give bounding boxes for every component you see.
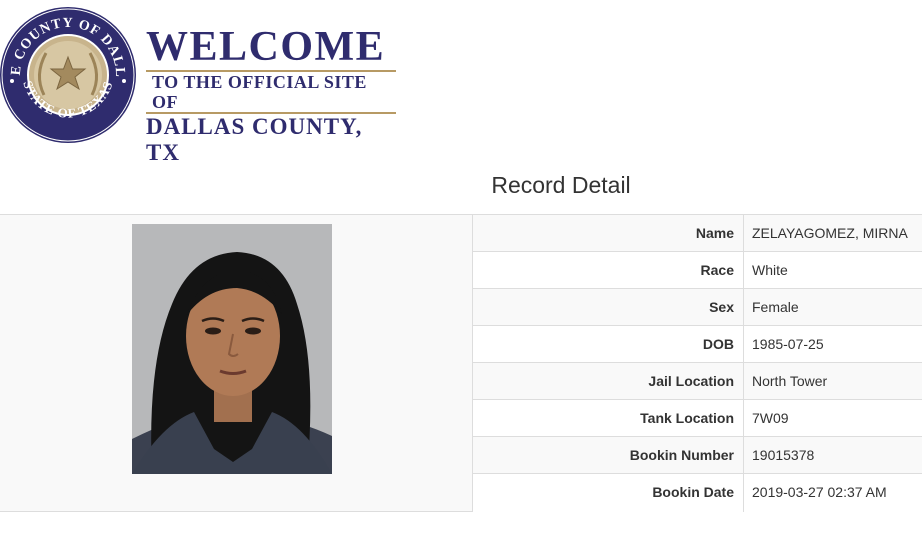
photo-cell — [0, 215, 473, 511]
field-value-bookin-date: 2019-03-27 02:37 AM — [752, 484, 887, 500]
field-label-dob: DOB — [473, 326, 744, 362]
field-row-name: Name ZELAYAGOMEZ, MIRNA — [473, 215, 922, 252]
page-title: Record Detail — [491, 172, 631, 198]
dallas-county-seal-icon[interactable]: THE COUNTY OF DALLAS STATE OF TEXAS — [0, 5, 138, 145]
field-label-bookin-date: Bookin Date — [473, 474, 744, 512]
welcome-subtitle: TO THE OFFICIAL SITE OF — [146, 70, 396, 114]
field-label-bookin-number: Bookin Number — [473, 437, 744, 473]
record-fields: Name ZELAYAGOMEZ, MIRNA Race White Sex F… — [473, 215, 922, 512]
field-value-sex: Female — [752, 299, 799, 315]
field-value-race: White — [752, 262, 788, 278]
welcome-banner[interactable]: WELCOME TO THE OFFICIAL SITE OF DALLAS C… — [146, 26, 396, 166]
field-row-bookin-number: Bookin Number 19015378 — [473, 437, 922, 474]
welcome-title: WELCOME — [146, 24, 386, 70]
record-detail-table: Name ZELAYAGOMEZ, MIRNA Race White Sex F… — [0, 214, 922, 512]
field-label-jail-location: Jail Location — [473, 363, 744, 399]
field-value-dob: 1985-07-25 — [752, 336, 824, 352]
field-row-tank-location: Tank Location 7W09 — [473, 400, 922, 437]
field-row-race: Race White — [473, 252, 922, 289]
field-row-bookin-date: Bookin Date 2019-03-27 02:37 AM — [473, 474, 922, 512]
mugshot-image — [132, 224, 332, 474]
field-value-jail-location: North Tower — [752, 373, 828, 389]
field-label-name: Name — [473, 215, 744, 251]
field-value-bookin-number: 19015378 — [752, 447, 815, 463]
site-header: THE COUNTY OF DALLAS STATE OF TEXAS WELC… — [0, 0, 922, 165]
field-value-tank-location: 7W09 — [752, 410, 789, 426]
field-row-jail-location: Jail Location North Tower — [473, 363, 922, 400]
field-row-sex: Sex Female — [473, 289, 922, 326]
field-label-race: Race — [473, 252, 744, 288]
field-label-tank-location: Tank Location — [473, 400, 744, 436]
welcome-county: DALLAS COUNTY, TX — [146, 114, 363, 165]
field-label-sex: Sex — [473, 289, 744, 325]
field-row-dob: DOB 1985-07-25 — [473, 326, 922, 363]
field-value-name: ZELAYAGOMEZ, MIRNA — [752, 225, 908, 241]
mugshot-photo — [132, 224, 332, 474]
